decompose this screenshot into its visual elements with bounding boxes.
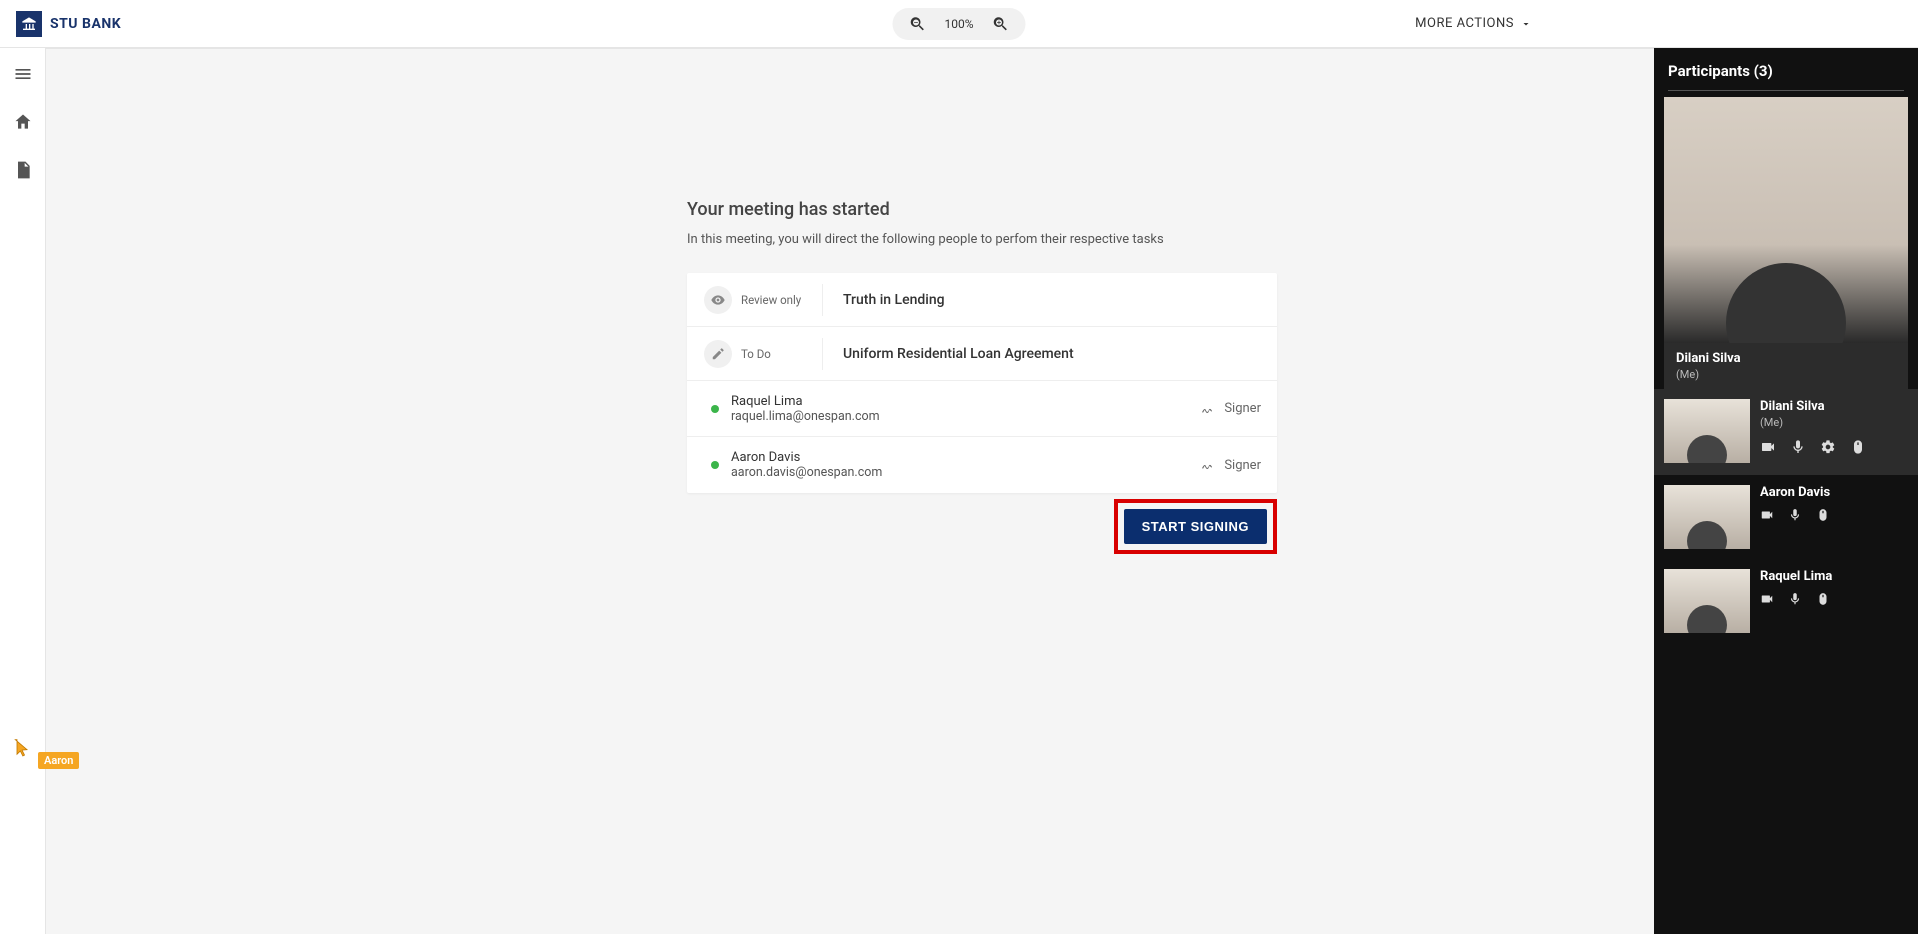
left-rail bbox=[0, 48, 46, 934]
avatar bbox=[1687, 521, 1727, 549]
online-status-dot bbox=[711, 461, 719, 469]
menu-icon[interactable] bbox=[13, 64, 33, 84]
meeting-card: Your meeting has started In this meeting… bbox=[687, 199, 1277, 554]
video-thumbnail bbox=[1664, 485, 1750, 549]
task-row: Review only Truth in Lending bbox=[687, 273, 1277, 327]
gear-icon[interactable] bbox=[1820, 439, 1836, 455]
pencil-icon bbox=[704, 340, 732, 368]
chevron-down-icon bbox=[1520, 18, 1532, 30]
task-status: Review only bbox=[733, 284, 823, 316]
participant-name: Raquel Lima bbox=[1760, 569, 1908, 584]
zoom-out-icon[interactable] bbox=[908, 15, 926, 33]
more-actions-menu[interactable]: MORE ACTIONS bbox=[1415, 16, 1532, 31]
video-thumbnail bbox=[1664, 97, 1908, 343]
eye-icon bbox=[704, 286, 732, 314]
camera-icon[interactable] bbox=[1760, 508, 1774, 522]
cursor-icon bbox=[12, 738, 32, 758]
mic-icon[interactable] bbox=[1790, 439, 1806, 455]
participant-video-featured: Dilani Silva (Me) bbox=[1664, 97, 1908, 389]
signature-icon bbox=[1200, 401, 1216, 417]
participant-name: Aaron Davis bbox=[1760, 485, 1908, 500]
meeting-subtitle: In this meeting, you will direct the fol… bbox=[687, 232, 1277, 247]
bank-logo-icon bbox=[16, 11, 42, 37]
signer-email: aaron.davis@onespan.com bbox=[731, 465, 1200, 480]
mouse-icon[interactable] bbox=[1816, 592, 1830, 606]
zoom-in-icon[interactable] bbox=[992, 15, 1010, 33]
task-row: To Do Uniform Residential Loan Agreement bbox=[687, 327, 1277, 381]
topbar: STU BANK 100% MORE ACTIONS bbox=[0, 0, 1918, 48]
signer-role: Signer bbox=[1200, 401, 1261, 417]
signer-name: Raquel Lima bbox=[731, 394, 1200, 409]
avatar bbox=[1687, 605, 1727, 633]
participants-panel: Participants (3) Dilani Silva (Me) Dilan… bbox=[1654, 48, 1918, 934]
mouse-icon[interactable] bbox=[1816, 508, 1830, 522]
zoom-level: 100% bbox=[944, 17, 973, 31]
participant-item[interactable]: Dilani Silva (Me) bbox=[1654, 389, 1918, 475]
start-signing-button[interactable]: START SIGNING bbox=[1124, 509, 1267, 544]
signer-name: Aaron Davis bbox=[731, 450, 1200, 465]
remote-cursor: Aaron bbox=[12, 738, 79, 769]
participant-sub: (Me) bbox=[1676, 368, 1896, 381]
online-status-dot bbox=[711, 405, 719, 413]
task-status: To Do bbox=[733, 338, 823, 370]
participant-name: Dilani Silva bbox=[1760, 399, 1908, 414]
mouse-icon[interactable] bbox=[1850, 439, 1866, 455]
task-doc-name: Truth in Lending bbox=[823, 292, 1261, 308]
participant-name: Dilani Silva bbox=[1676, 351, 1896, 366]
avatar bbox=[1687, 435, 1727, 463]
brand: STU BANK bbox=[16, 11, 121, 37]
document-icon[interactable] bbox=[13, 160, 33, 180]
start-signing-highlight: START SIGNING bbox=[1114, 499, 1277, 554]
main-content: Your meeting has started In this meeting… bbox=[46, 48, 1918, 934]
divider bbox=[1668, 90, 1904, 91]
home-icon[interactable] bbox=[13, 112, 33, 132]
signer-row: Aaron Davis aaron.davis@onespan.com Sign… bbox=[687, 437, 1277, 493]
task-doc-name: Uniform Residential Loan Agreement bbox=[823, 346, 1261, 362]
mic-icon[interactable] bbox=[1788, 592, 1802, 606]
meeting-title: Your meeting has started bbox=[687, 199, 1277, 220]
video-thumbnail bbox=[1664, 569, 1750, 633]
mic-icon[interactable] bbox=[1788, 508, 1802, 522]
camera-icon[interactable] bbox=[1760, 439, 1776, 455]
task-list: Review only Truth in Lending To Do Unifo… bbox=[687, 273, 1277, 493]
signer-email: raquel.lima@onespan.com bbox=[731, 409, 1200, 424]
more-actions-label: MORE ACTIONS bbox=[1415, 16, 1514, 31]
avatar bbox=[1726, 263, 1846, 343]
participants-header: Participants (3) bbox=[1654, 48, 1918, 90]
participant-sub: (Me) bbox=[1760, 416, 1908, 429]
remote-cursor-label: Aaron bbox=[38, 752, 79, 769]
app-body: Your meeting has started In this meeting… bbox=[0, 48, 1918, 934]
participant-item[interactable]: Aaron Davis bbox=[1654, 475, 1918, 559]
video-thumbnail bbox=[1664, 399, 1750, 463]
signer-row: Raquel Lima raquel.lima@onespan.com Sign… bbox=[687, 381, 1277, 437]
signer-role: Signer bbox=[1200, 457, 1261, 473]
zoom-control: 100% bbox=[892, 8, 1025, 40]
brand-name: STU BANK bbox=[50, 16, 121, 32]
signature-icon bbox=[1200, 457, 1216, 473]
camera-icon[interactable] bbox=[1760, 592, 1774, 606]
participant-item[interactable]: Raquel Lima bbox=[1654, 559, 1918, 643]
